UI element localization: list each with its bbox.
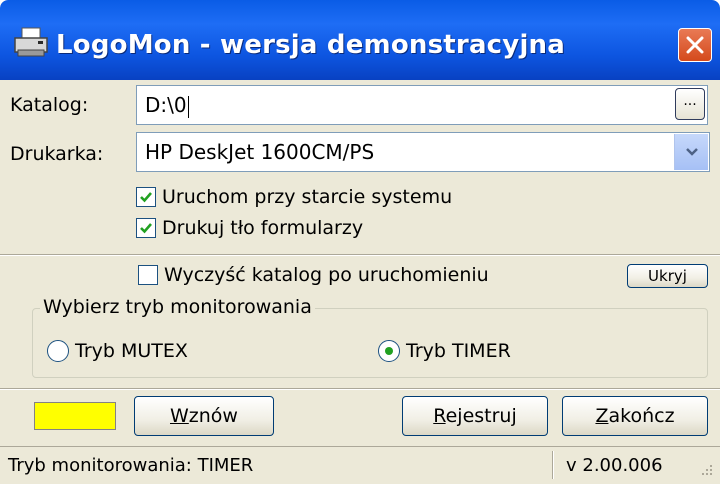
timer-label: Tryb TIMER [406,340,511,362]
finish-accel-key: Z [595,405,609,427]
chevron-down-icon [686,148,698,156]
catalog-input[interactable]: D:\0 [136,85,708,125]
logomon-window: LogoMon - wersja demonstracyjna Katalog:… [0,0,720,484]
printer-label: Drukarka: [10,143,104,165]
printer-dropdown-button[interactable] [674,134,708,170]
resume-accel-key: W [170,405,189,427]
title-bar[interactable]: LogoMon - wersja demonstracyjna [0,0,720,80]
printer-icon [12,26,52,60]
close-button[interactable] [678,28,712,62]
close-icon [686,36,704,54]
catalog-value: D:\0 [145,93,187,117]
status-mode-text: Tryb monitorowania: TIMER [8,455,254,476]
monitor-mode-title: Wybierz tryb monitorowania [40,296,315,318]
run-on-startup-checkbox[interactable] [136,187,156,207]
finish-label: akończ [608,405,675,427]
mutex-radio[interactable] [47,340,69,362]
mutex-label: Tryb MUTEX [75,340,188,362]
window-title: LogoMon - wersja demonstracyjna [56,30,566,60]
printer-select[interactable]: HP DeskJet 1600CM/PS [136,132,710,172]
catalog-label: Katalog: [10,94,89,116]
resume-button[interactable]: Wznów [134,396,274,436]
status-bar: Tryb monitorowania: TIMER v 2.00.006 [0,446,720,484]
printer-value: HP DeskJet 1600CM/PS [145,140,375,164]
checkmark-icon [140,223,152,234]
run-on-startup-label: Uruchom przy starcie systemu [162,186,453,208]
separator [0,254,720,256]
status-divider [552,451,554,479]
register-button[interactable]: Rejestruj [402,396,548,436]
clear-catalog-checkbox[interactable] [138,265,158,285]
text-caret [187,95,189,118]
version-text: v 2.00.006 [566,455,663,476]
clear-catalog-label: Wyczyść katalog po uruchomieniu [164,264,489,286]
separator [0,388,720,390]
print-background-checkbox[interactable] [136,218,156,238]
register-label: ejestruj [445,405,517,427]
status-color-indicator [34,402,116,430]
browse-button[interactable]: ... [675,88,705,120]
resize-grip-icon[interactable] [698,461,714,477]
radio-dot [385,347,393,355]
timer-radio[interactable] [378,340,400,362]
hide-button[interactable]: Ukryj [627,264,708,288]
checkmark-icon [140,192,152,203]
register-accel-key: R [433,405,446,427]
print-background-label: Drukuj tło formularzy [162,217,364,239]
resume-label: znów [188,405,238,427]
finish-button[interactable]: Zakończ [562,396,708,436]
